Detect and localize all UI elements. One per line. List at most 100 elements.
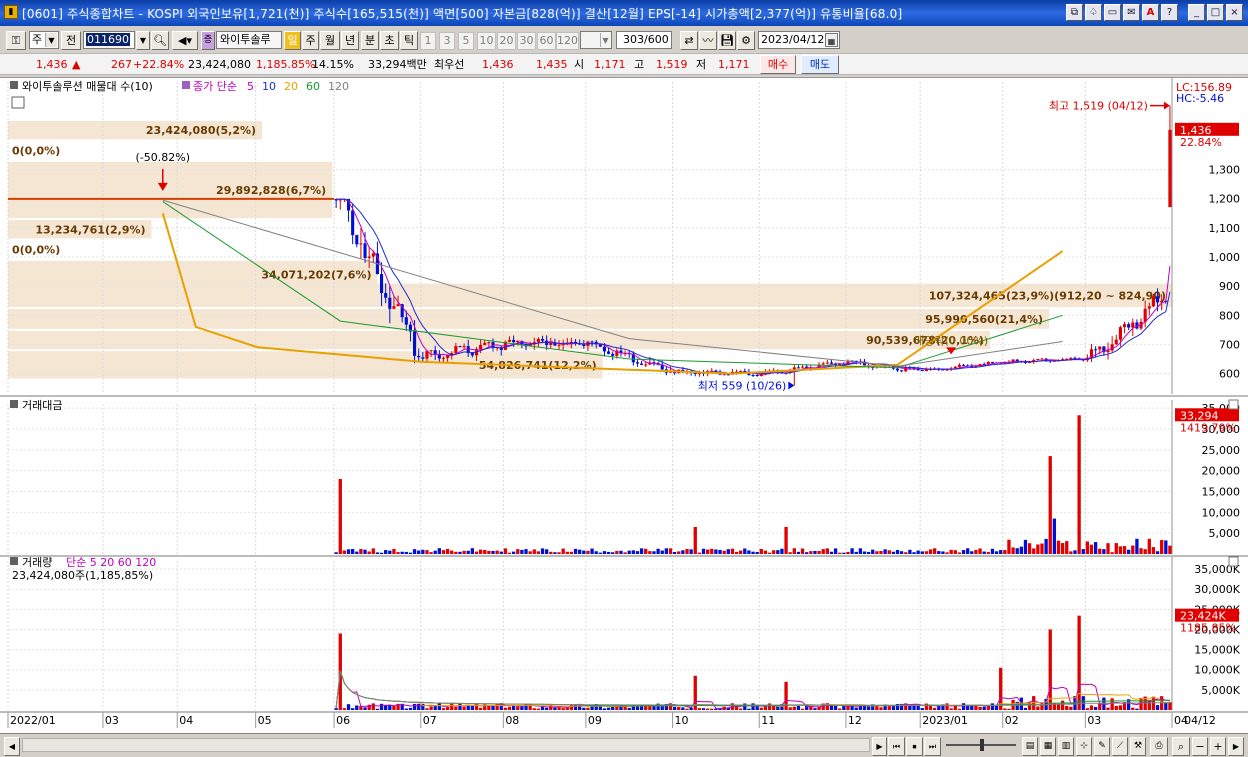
best-quote-label: 최우선 bbox=[434, 58, 465, 71]
zoom-slider[interactable] bbox=[946, 739, 1016, 751]
prev-button[interactable]: 전 bbox=[61, 31, 81, 50]
count-field[interactable]: 303/600 bbox=[616, 31, 672, 49]
mail-icon[interactable]: ✉ bbox=[1123, 4, 1140, 21]
code-dropdown-icon[interactable]: ▼ bbox=[136, 31, 150, 50]
first-icon[interactable]: ⏮ bbox=[888, 737, 905, 756]
volume-bar bbox=[516, 706, 520, 710]
volume-profile-label-0: 23,424,080(5,2%) bbox=[146, 124, 256, 137]
speaker-icon[interactable]: ◀▾ bbox=[172, 31, 198, 50]
amount-bar bbox=[722, 550, 726, 554]
peak-arrow-icon bbox=[1163, 101, 1170, 110]
chart-area[interactable]: 23,424,080(5,2%) 0(0,0%) 29,892,828(6,7%) 1… bbox=[0, 77, 1248, 741]
period-month[interactable]: 월 bbox=[320, 31, 340, 50]
gear-icon[interactable]: ⚙ bbox=[737, 31, 755, 50]
minimize-button[interactable]: _ bbox=[1188, 4, 1205, 21]
amount-bar bbox=[363, 549, 367, 554]
interval-1[interactable]: 1 bbox=[420, 32, 436, 50]
lock-icon[interactable]: ⚿ bbox=[6, 31, 26, 50]
search-icon[interactable]: 🔍︎ bbox=[151, 31, 169, 50]
interval-custom-input[interactable]: ▼ bbox=[580, 31, 612, 49]
restore-icon[interactable]: ▭ bbox=[1104, 4, 1121, 21]
stop-icon[interactable]: ⏹ bbox=[906, 737, 923, 756]
amount-bar bbox=[891, 551, 896, 554]
candle-body bbox=[582, 344, 586, 346]
volume-bar bbox=[672, 706, 677, 710]
stock-chart[interactable]: 23,424,080(5,2%) 0(0,0%) 29,892,828(6,7%) 1… bbox=[0, 78, 1248, 742]
volume-bar bbox=[739, 708, 743, 710]
amount-bar bbox=[561, 548, 565, 554]
candle-body bbox=[1155, 296, 1160, 303]
amount-bar bbox=[466, 550, 470, 554]
trendline-icon[interactable]: ⟋ bbox=[1112, 737, 1128, 756]
grid-icon[interactable]: ▦ bbox=[1040, 737, 1056, 756]
period-week[interactable]: 주 bbox=[302, 31, 319, 50]
candle-body bbox=[722, 374, 726, 376]
zoom-slider-handle[interactable] bbox=[980, 739, 984, 751]
amount-bar bbox=[681, 550, 685, 554]
code-input[interactable]: 011690 bbox=[83, 31, 135, 49]
amount-axis-label-4: 25,000 bbox=[1202, 444, 1241, 457]
pen-icon[interactable]: ✎ bbox=[1094, 737, 1110, 756]
amount-bar bbox=[483, 549, 487, 554]
scroll-right-icon[interactable]: ▶ bbox=[1228, 737, 1244, 756]
play-icon[interactable]: ▶ bbox=[872, 737, 887, 756]
volume-bar bbox=[924, 703, 929, 710]
market-select[interactable]: 주 ▼ bbox=[29, 31, 59, 49]
tile-icon[interactable]: ⧉ bbox=[1066, 4, 1083, 21]
amount-bar bbox=[441, 550, 446, 554]
interval-10[interactable]: 10 bbox=[477, 32, 496, 50]
layout-icon[interactable]: ▤ bbox=[1022, 737, 1038, 756]
volume-bar bbox=[829, 705, 834, 710]
amount-bar bbox=[887, 550, 891, 554]
crosshair-icon[interactable]: ⊹ bbox=[1076, 737, 1092, 756]
last-icon[interactable]: ⏭ bbox=[924, 737, 941, 756]
print-icon[interactable]: ⎙ bbox=[1150, 737, 1168, 756]
zoom-icon[interactable]: ⌕ bbox=[1172, 737, 1190, 756]
date-label-2: 04 bbox=[179, 714, 193, 727]
volume-bar bbox=[545, 707, 549, 710]
interval-3[interactable]: 3 bbox=[439, 32, 455, 50]
period-minute[interactable]: 분 bbox=[361, 31, 379, 50]
close-button[interactable]: × bbox=[1226, 4, 1243, 21]
candle-body bbox=[512, 339, 516, 343]
amount-bar bbox=[1048, 456, 1052, 554]
link-icon[interactable]: ♤ bbox=[1085, 4, 1102, 21]
interval-20[interactable]: 20 bbox=[497, 32, 516, 50]
interval-5[interactable]: 5 bbox=[458, 32, 474, 50]
period-day[interactable]: 일 bbox=[284, 31, 301, 50]
save-icon[interactable]: 💾︎ bbox=[718, 31, 736, 50]
interval-60[interactable]: 60 bbox=[537, 32, 556, 50]
interval-30[interactable]: 30 bbox=[517, 32, 536, 50]
volume-bar bbox=[800, 708, 805, 710]
amount-bar bbox=[904, 552, 908, 554]
volume-axis-label-5: 30,000K bbox=[1194, 583, 1240, 596]
help-icon[interactable]: ? bbox=[1161, 4, 1178, 21]
arrows-icon[interactable]: ⇄ bbox=[680, 31, 698, 50]
calendar-icon[interactable]: ▦ bbox=[825, 33, 838, 47]
amount-bar bbox=[1027, 543, 1032, 554]
amount-bar bbox=[417, 550, 421, 554]
period-year[interactable]: 년 bbox=[341, 31, 359, 50]
buy-button[interactable]: 매수 bbox=[760, 55, 796, 74]
amount-bar bbox=[412, 549, 417, 554]
ask-price: 1,436 bbox=[482, 58, 514, 71]
tools-icon[interactable]: ⚒ bbox=[1130, 737, 1146, 756]
font-icon[interactable]: A bbox=[1142, 4, 1159, 21]
chevron-down-icon: ▼ bbox=[600, 33, 610, 47]
date-input[interactable]: 2023/04/12 ▦ bbox=[758, 31, 840, 49]
bottom-scrollbar[interactable]: ◀ ▶ ⏮ ⏹ ⏭ ▤ ▦ ▥ ⊹ ✎ ⟋ ⚒ ⎙ ⌕ − + ▶ bbox=[0, 733, 1248, 757]
scroll-left-icon[interactable]: ◀ bbox=[4, 737, 20, 756]
amount-bar bbox=[961, 550, 966, 554]
maximize-button[interactable]: □ bbox=[1207, 4, 1224, 21]
period-second[interactable]: 초 bbox=[380, 31, 399, 50]
zoom-in-icon[interactable]: + bbox=[1210, 737, 1226, 756]
line-chart-icon[interactable]: 〰 bbox=[699, 31, 717, 50]
zoom-out-icon[interactable]: − bbox=[1192, 737, 1208, 756]
interval-120[interactable]: 120 bbox=[556, 32, 579, 50]
table-icon[interactable]: ▥ bbox=[1058, 737, 1074, 756]
scroll-track[interactable] bbox=[22, 738, 870, 752]
period-tick[interactable]: 틱 bbox=[400, 31, 418, 50]
ma-legend-120: 120 bbox=[328, 80, 349, 93]
low-label: 저 bbox=[696, 58, 707, 71]
sell-button[interactable]: 매도 bbox=[801, 55, 839, 74]
